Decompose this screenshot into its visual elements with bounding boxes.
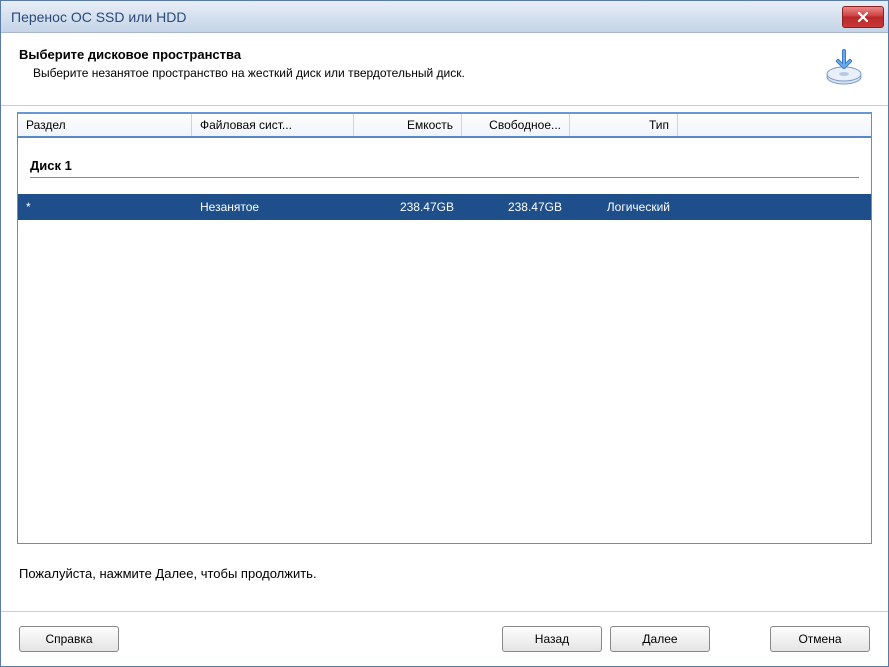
cell-filesystem: Незанятое <box>192 194 354 220</box>
next-button[interactable]: Далее <box>610 626 710 652</box>
hint-text: Пожалуйста, нажмите Далее, чтобы продолж… <box>1 550 888 611</box>
back-button[interactable]: Назад <box>502 626 602 652</box>
partition-table: Раздел Файловая сист... Емкость Свободно… <box>17 112 872 544</box>
cell-type: Логический <box>570 194 678 220</box>
content-area: Выберите дисковое пространства Выберите … <box>1 33 888 666</box>
header-texts: Выберите дисковое пространства Выберите … <box>19 47 824 80</box>
cell-partition: * <box>18 194 192 220</box>
help-button[interactable]: Справка <box>19 626 119 652</box>
column-header-free[interactable]: Свободное... <box>462 114 570 136</box>
disk-group: Диск 1 <box>18 138 871 184</box>
titlebar: Перенос ОС SSD или HDD <box>1 1 888 33</box>
window-title: Перенос ОС SSD или HDD <box>11 9 186 25</box>
close-icon <box>857 11 869 23</box>
table-header: Раздел Файловая сист... Емкость Свободно… <box>18 114 871 138</box>
cell-capacity: 238.47GB <box>354 194 462 220</box>
disk-download-icon <box>824 47 864 87</box>
cell-free: 238.47GB <box>462 194 570 220</box>
column-header-type[interactable]: Тип <box>570 114 678 136</box>
page-title: Выберите дисковое пространства <box>19 47 824 62</box>
column-header-capacity[interactable]: Емкость <box>354 114 462 136</box>
button-bar: Справка Назад Далее Отмена <box>1 611 888 666</box>
table-row[interactable]: * Незанятое 238.47GB 238.47GB Логический <box>18 194 871 220</box>
nav-button-group: Назад Далее <box>502 626 710 652</box>
column-header-filesystem[interactable]: Файловая сист... <box>192 114 354 136</box>
wizard-window: Перенос ОС SSD или HDD Выберите дисковое… <box>0 0 889 667</box>
close-button[interactable] <box>842 6 884 28</box>
table-body: Диск 1 * Незанятое 238.47GB 238.47GB Лог… <box>18 138 871 543</box>
cancel-button[interactable]: Отмена <box>770 626 870 652</box>
page-subtitle: Выберите незанятое пространство на жестк… <box>33 66 824 80</box>
header-section: Выберите дисковое пространства Выберите … <box>1 33 888 106</box>
disk-name: Диск 1 <box>30 158 859 178</box>
cell-spacer <box>678 194 871 220</box>
column-header-partition[interactable]: Раздел <box>18 114 192 136</box>
column-header-spacer <box>678 114 871 136</box>
